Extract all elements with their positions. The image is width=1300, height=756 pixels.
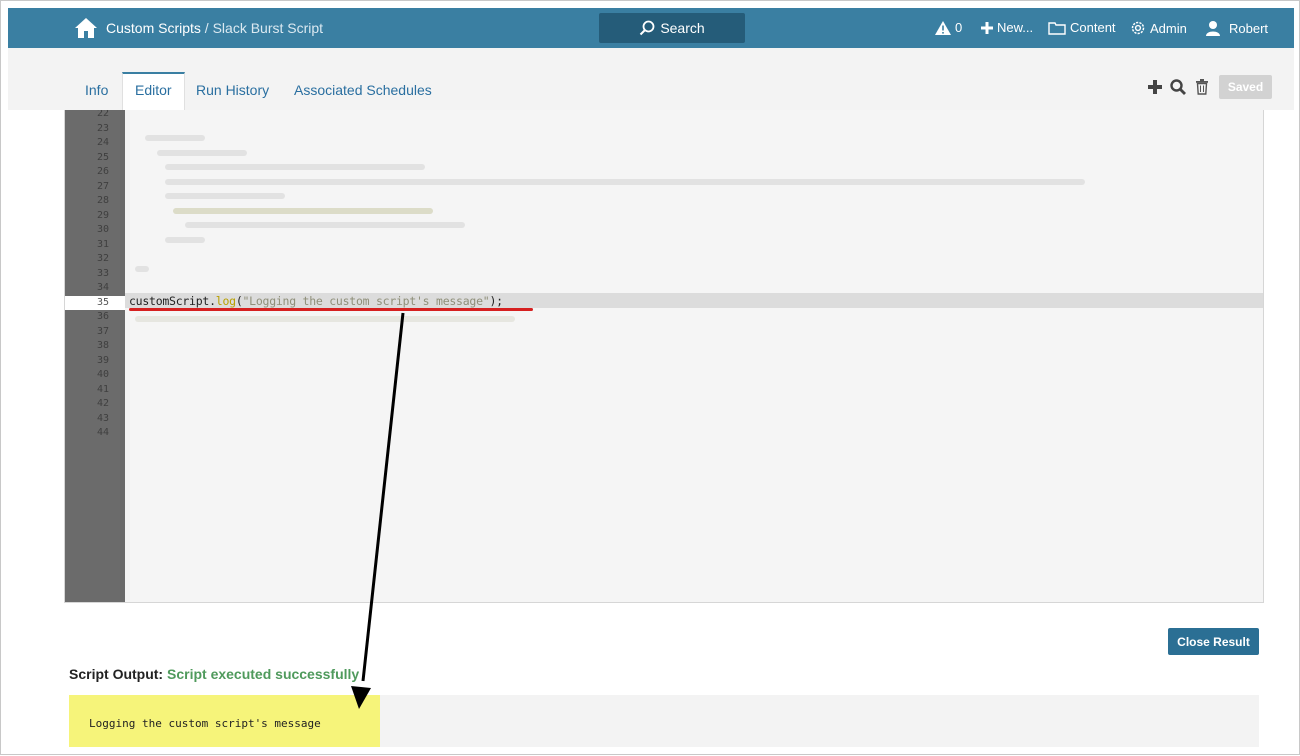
alerts-count: 0 (955, 20, 963, 35)
line-number: 30 (96, 224, 109, 235)
line-number: 42 (96, 398, 109, 409)
code-line-35[interactable]: customScript.log("Logging the custom scr… (129, 294, 503, 308)
blurred-code (165, 179, 1085, 185)
code-object: customScript (129, 294, 210, 308)
user-label: Robert (1229, 20, 1269, 36)
search-label: Search (660, 20, 705, 36)
breadcrumb-separator: / (200, 20, 213, 36)
tab-run-history[interactable]: Run History (184, 72, 281, 110)
tab-editor[interactable]: Editor (122, 72, 185, 110)
search-button[interactable]: Search (599, 13, 745, 43)
home-icon[interactable] (74, 17, 98, 39)
breadcrumb-current: Slack Burst Script (212, 20, 324, 36)
line-number: 38 (96, 340, 109, 351)
line-number: 22 (96, 110, 109, 119)
line-number: 23 (96, 122, 109, 134)
new-label: New... (997, 20, 1034, 35)
line-number: 24 (96, 137, 109, 148)
line-number: 43 (96, 412, 109, 424)
code-method: log (215, 294, 236, 308)
find-icon[interactable] (1169, 78, 1187, 96)
new-button[interactable]: New... (981, 20, 1033, 35)
blurred-code (157, 150, 247, 156)
warning-icon (935, 20, 951, 35)
search-icon (640, 20, 655, 36)
blurred-code (145, 135, 205, 141)
folder-icon (1048, 21, 1066, 35)
saved-button[interactable]: Saved (1219, 75, 1272, 99)
line-number: 31 (96, 238, 109, 250)
breadcrumb: Custom Scripts / Slack Burst Script (106, 20, 323, 36)
app-window: Custom Scripts / Slack Burst Script Sear… (0, 0, 1300, 755)
blurred-code (165, 237, 205, 243)
blurred-code (165, 164, 425, 170)
blurred-code (135, 316, 515, 322)
add-icon[interactable] (1146, 78, 1164, 96)
line-number: 41 (96, 383, 109, 395)
content-button[interactable]: Content (1048, 20, 1116, 35)
line-number: 39 (96, 354, 109, 366)
line-number: 37 (96, 325, 109, 337)
line-number: 32 (96, 253, 109, 264)
line-number: 26 (96, 166, 109, 177)
user-menu[interactable]: Robert (1205, 20, 1268, 36)
blurred-code (173, 208, 433, 214)
tab-associated-schedules[interactable]: Associated Schedules (282, 72, 444, 110)
tab-info[interactable]: Info (73, 72, 120, 110)
line-number: 29 (96, 209, 109, 221)
line-number: 35 (65, 295, 125, 310)
gear-icon (1131, 21, 1145, 35)
content-label: Content (1070, 20, 1116, 35)
line-number: 34 (96, 282, 109, 293)
top-navbar: Custom Scripts / Slack Burst Script Sear… (8, 8, 1294, 48)
script-output-label: Script Output: (69, 666, 164, 682)
script-output-status: Script executed successfully (167, 666, 360, 682)
breadcrumb-root[interactable]: Custom Scripts (106, 20, 201, 36)
plus-icon (981, 21, 993, 34)
code-string: "Logging the custom script's message" (242, 294, 490, 308)
blurred-code (165, 193, 285, 199)
script-output-text: Logging the custom script's message (89, 717, 321, 730)
line-number: 40 (96, 369, 109, 380)
line-number: 44 (96, 427, 109, 438)
script-output-box: Logging the custom script's message (69, 695, 1259, 747)
line-number: 25 (96, 151, 109, 163)
user-icon (1206, 21, 1220, 36)
close-result-button[interactable]: Close Result (1168, 628, 1259, 655)
line-number: 33 (96, 267, 109, 279)
code-close: ); (489, 294, 503, 308)
script-output-heading: Script Output: Script executed successfu… (69, 666, 359, 682)
tab-bar: Info Editor Run History Associated Sched… (8, 48, 1294, 110)
blurred-code (135, 266, 149, 272)
admin-button[interactable]: Admin (1130, 20, 1187, 36)
blurred-code (185, 222, 465, 228)
code-open-paren: ( (235, 294, 243, 308)
line-number: 36 (96, 311, 109, 322)
code-editor[interactable]: 22 23 24 25 26 27 28 29 30 31 32 33 34 35 36 37 38 39 40 41… (64, 110, 1264, 603)
line-number: 28 (96, 195, 109, 206)
admin-label: Admin (1150, 20, 1187, 36)
code-dot: . (209, 294, 216, 308)
line-number: 27 (96, 180, 109, 192)
trash-icon[interactable] (1193, 78, 1211, 96)
alerts-button[interactable]: 0 (935, 20, 962, 35)
red-underline (129, 308, 533, 311)
